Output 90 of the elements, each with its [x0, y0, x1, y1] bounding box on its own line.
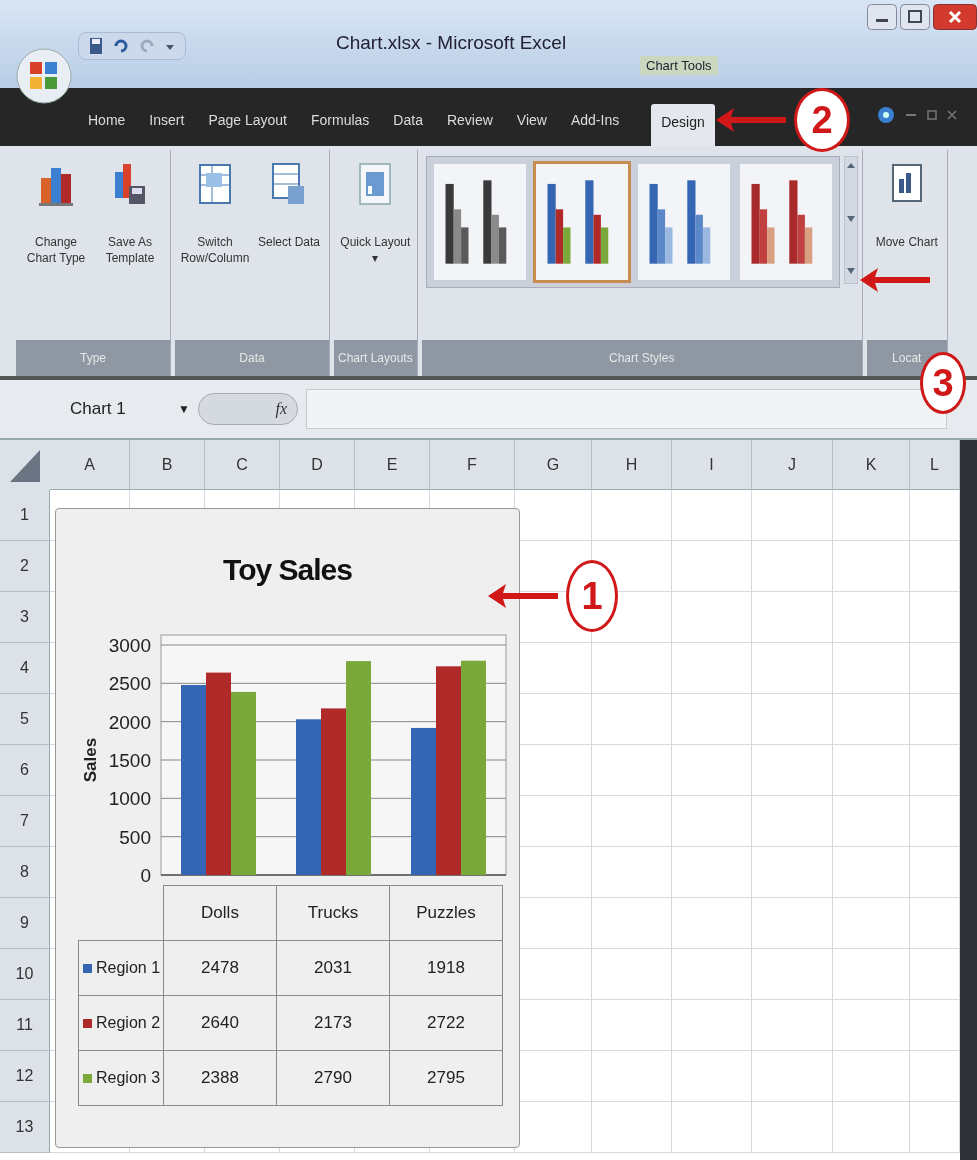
ribbon-button[interactable]: Quick Layout ▾	[339, 156, 412, 267]
table-value: 2173	[276, 995, 390, 1051]
legend-label: Region 1	[96, 959, 161, 976]
restore-icon[interactable]	[927, 110, 937, 120]
row-header[interactable]: 7	[0, 796, 50, 847]
row-header[interactable]: 4	[0, 643, 50, 694]
undo-icon[interactable]	[113, 37, 129, 55]
axis-tick-label: 0	[140, 865, 151, 885]
column-header[interactable]: A	[50, 440, 130, 490]
column-header[interactable]: K	[833, 440, 910, 490]
row-header[interactable]: 13	[0, 1102, 50, 1153]
ribbon-tab[interactable]: Review	[444, 112, 495, 146]
row-header[interactable]: 5	[0, 694, 50, 745]
dropdown-arrow[interactable]: ▼	[178, 402, 190, 416]
column-header[interactable]: L	[910, 440, 960, 490]
help-icon[interactable]	[877, 106, 895, 124]
insert-function-button[interactable]: fx	[275, 400, 287, 418]
arrow	[488, 584, 560, 608]
column-header[interactable]: C	[205, 440, 280, 490]
row-header[interactable]: 2	[0, 541, 50, 592]
legend-label: Region 2	[96, 1014, 161, 1031]
row-header[interactable]: 6	[0, 745, 50, 796]
ribbon-tab[interactable]: Page Layout	[206, 112, 289, 146]
row-header[interactable]: 12	[0, 1051, 50, 1102]
row-header[interactable]: 10	[0, 949, 50, 1000]
table-value: 2722	[389, 995, 503, 1051]
ribbon-button[interactable]: Move Chart	[870, 156, 943, 251]
ribbon-button[interactable]: Switch Row/Column	[179, 156, 251, 267]
axis-tick-label: 1500	[108, 750, 151, 771]
maximize-button[interactable]	[900, 4, 930, 30]
chart-title: Toy Sales	[223, 553, 352, 587]
axis-tick-label: 500	[119, 826, 151, 848]
row-header[interactable]: 8	[0, 847, 50, 898]
close-icon[interactable]	[947, 110, 957, 120]
arrow	[860, 268, 932, 292]
column-header[interactable]: J	[752, 440, 833, 490]
table-value: 2795	[389, 1050, 503, 1106]
axis-title: Sales	[81, 737, 100, 783]
scrollbar[interactable]	[960, 440, 977, 1160]
gallery-scrollbar[interactable]	[843, 156, 858, 284]
ribbon-tab[interactable]: Insert	[147, 112, 187, 146]
ribbon-button[interactable]: Change Chart Type	[20, 156, 92, 267]
category-label: Trucks	[276, 885, 390, 941]
axis-tick-label: 2000	[108, 711, 151, 733]
ribbon-tab[interactable]: Home	[86, 112, 128, 146]
arrow	[716, 108, 788, 132]
column-header[interactable]: E	[355, 440, 430, 490]
row-header[interactable]: 1	[0, 490, 50, 541]
group-label: Chart Layouts	[334, 340, 417, 376]
ribbon-tab[interactable]: Data	[391, 112, 425, 146]
table-value: 2790	[276, 1050, 390, 1106]
column-header[interactable]: H	[592, 440, 672, 490]
row-header[interactable]: 11	[0, 1000, 50, 1051]
name-box[interactable]: Chart 1 ▼	[30, 399, 190, 419]
table-value: 1918	[389, 940, 503, 996]
ribbon-tab[interactable]: Design	[651, 104, 715, 146]
category-label: Dolls	[163, 885, 277, 941]
chart-style-thumbnail[interactable]	[532, 161, 631, 283]
minimize-icon[interactable]	[905, 113, 917, 117]
table-value: 2388	[163, 1050, 277, 1106]
table-icon	[196, 162, 234, 206]
table-value: 2031	[276, 940, 390, 996]
close-button[interactable]	[933, 4, 977, 30]
column-header[interactable]: B	[130, 440, 205, 490]
axis-tick-label: 2500	[108, 673, 151, 695]
ribbon-button[interactable]: Select Data	[253, 156, 325, 251]
save-icon[interactable]	[89, 37, 103, 55]
category-label: Puzzles	[389, 885, 503, 941]
column-header[interactable]: I	[672, 440, 752, 490]
column-header[interactable]: F	[430, 440, 515, 490]
axis-tick-label: 1000	[108, 788, 151, 810]
minimize-button[interactable]	[867, 4, 897, 30]
name-box-value: Chart 1	[69, 399, 126, 419]
ribbon-tab[interactable]: Formulas	[309, 112, 372, 146]
table-value: 2478	[163, 940, 277, 996]
row-header[interactable]: 3	[0, 592, 50, 643]
axis-tick-label: 3000	[108, 635, 151, 656]
ribbon-tab[interactable]: Add-Ins	[568, 112, 622, 146]
window-title: Chart.xlsx - Microsoft Excel	[336, 32, 567, 54]
column-header[interactable]: D	[280, 440, 355, 490]
column-header[interactable]: G	[515, 440, 592, 490]
legend-label: Region 3	[96, 1069, 161, 1086]
ribbon-tab[interactable]: View	[514, 112, 549, 146]
table-value: 2640	[163, 995, 277, 1051]
row-header[interactable]: 9	[0, 898, 50, 949]
group-label: Chart Styles	[421, 340, 862, 376]
group-label: Data	[175, 340, 329, 376]
context-tab-label: Chart Tools	[640, 56, 718, 75]
group-label: Type	[16, 340, 170, 376]
ribbon-button[interactable]: Save As Template	[94, 156, 166, 267]
